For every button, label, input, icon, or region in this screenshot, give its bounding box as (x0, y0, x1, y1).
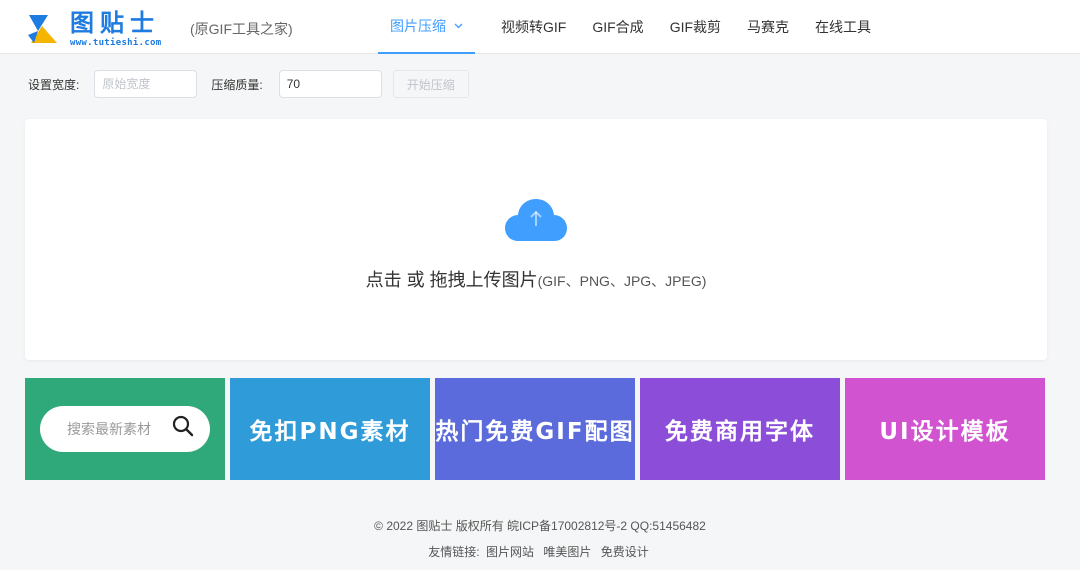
upload-dropzone[interactable]: 点击 或 拖拽上传图片(GIF、PNG、JPG、JPEG) (25, 119, 1047, 360)
tile-hot-gif[interactable]: 热门免费GIF配图 (435, 378, 635, 480)
nav-item-online-tools[interactable]: 在线工具 (815, 0, 871, 54)
nav-item-video-to-gif[interactable]: 视频转GIF (501, 0, 566, 54)
search-tile: 搜索最新素材 (25, 378, 225, 480)
logo-url: www.tutieshi.com (70, 38, 162, 48)
nav-item-gif-crop[interactable]: GIF裁剪 (670, 0, 721, 54)
copyright-text: © 2022 图贴士 版权所有 皖ICP备17002812号-2 QQ:5145… (374, 519, 706, 533)
friend-link-free-design[interactable]: 免费设计 (601, 545, 649, 559)
main-nav: 图片压缩 视频转GIF GIF合成 GIF裁剪 马赛克 在线工具 (378, 0, 897, 54)
top-header: 图贴士 www.tutieshi.com (原GIF工具之家) 图片压缩 视频转… (0, 0, 1080, 54)
quality-label: 压缩质量: (211, 77, 263, 92)
search-icon[interactable] (172, 415, 194, 443)
nav-item-mosaic[interactable]: 马赛克 (747, 0, 789, 54)
tile-ui-templates[interactable]: UI设计模板 (845, 378, 1045, 480)
upload-formats-text: (GIF、PNG、JPG、JPEG) (537, 273, 707, 289)
width-input[interactable] (94, 70, 198, 98)
friend-links: 友情链接: 图片网站 唯美图片 免费设计 (0, 543, 1080, 561)
upload-main-text: 点击 或 拖拽上传图片 (365, 270, 538, 290)
search-placeholder: 搜索最新素材 (67, 422, 151, 438)
nav-item-image-compress[interactable]: 图片压缩 (378, 0, 475, 54)
friend-links-label: 友情链接: (428, 545, 480, 559)
tile-png-materials[interactable]: 免扣PNG素材 (230, 378, 430, 480)
chevron-down-icon (454, 21, 463, 32)
friend-link-beautiful-images[interactable]: 唯美图片 (543, 545, 591, 559)
promo-tiles: 搜索最新素材 免扣PNG素材 热门免费GIF配图 免费商用字体 UI设计模板 (25, 378, 1045, 480)
cloud-upload-icon (505, 197, 567, 248)
nav-item-gif-compose[interactable]: GIF合成 (592, 0, 643, 54)
site-logo[interactable]: 图贴士 www.tutieshi.com (26, 10, 162, 48)
quality-input[interactable] (278, 70, 382, 98)
logo-text: 图贴士 (70, 9, 160, 37)
material-search-box[interactable]: 搜索最新素材 (40, 406, 210, 452)
compress-settings: 设置宽度: 压缩质量: 开始压缩 (28, 70, 469, 98)
width-label: 设置宽度: (28, 77, 80, 92)
page-footer: © 2022 图贴士 版权所有 皖ICP备17002812号-2 QQ:5145… (0, 517, 1080, 561)
logo-mark-icon (26, 13, 60, 45)
start-compress-button[interactable]: 开始压缩 (392, 70, 469, 98)
tile-free-fonts[interactable]: 免费商用字体 (640, 378, 840, 480)
friend-link-image-site[interactable]: 图片网站 (486, 545, 534, 559)
site-slogan: (原GIF工具之家) (190, 21, 293, 37)
